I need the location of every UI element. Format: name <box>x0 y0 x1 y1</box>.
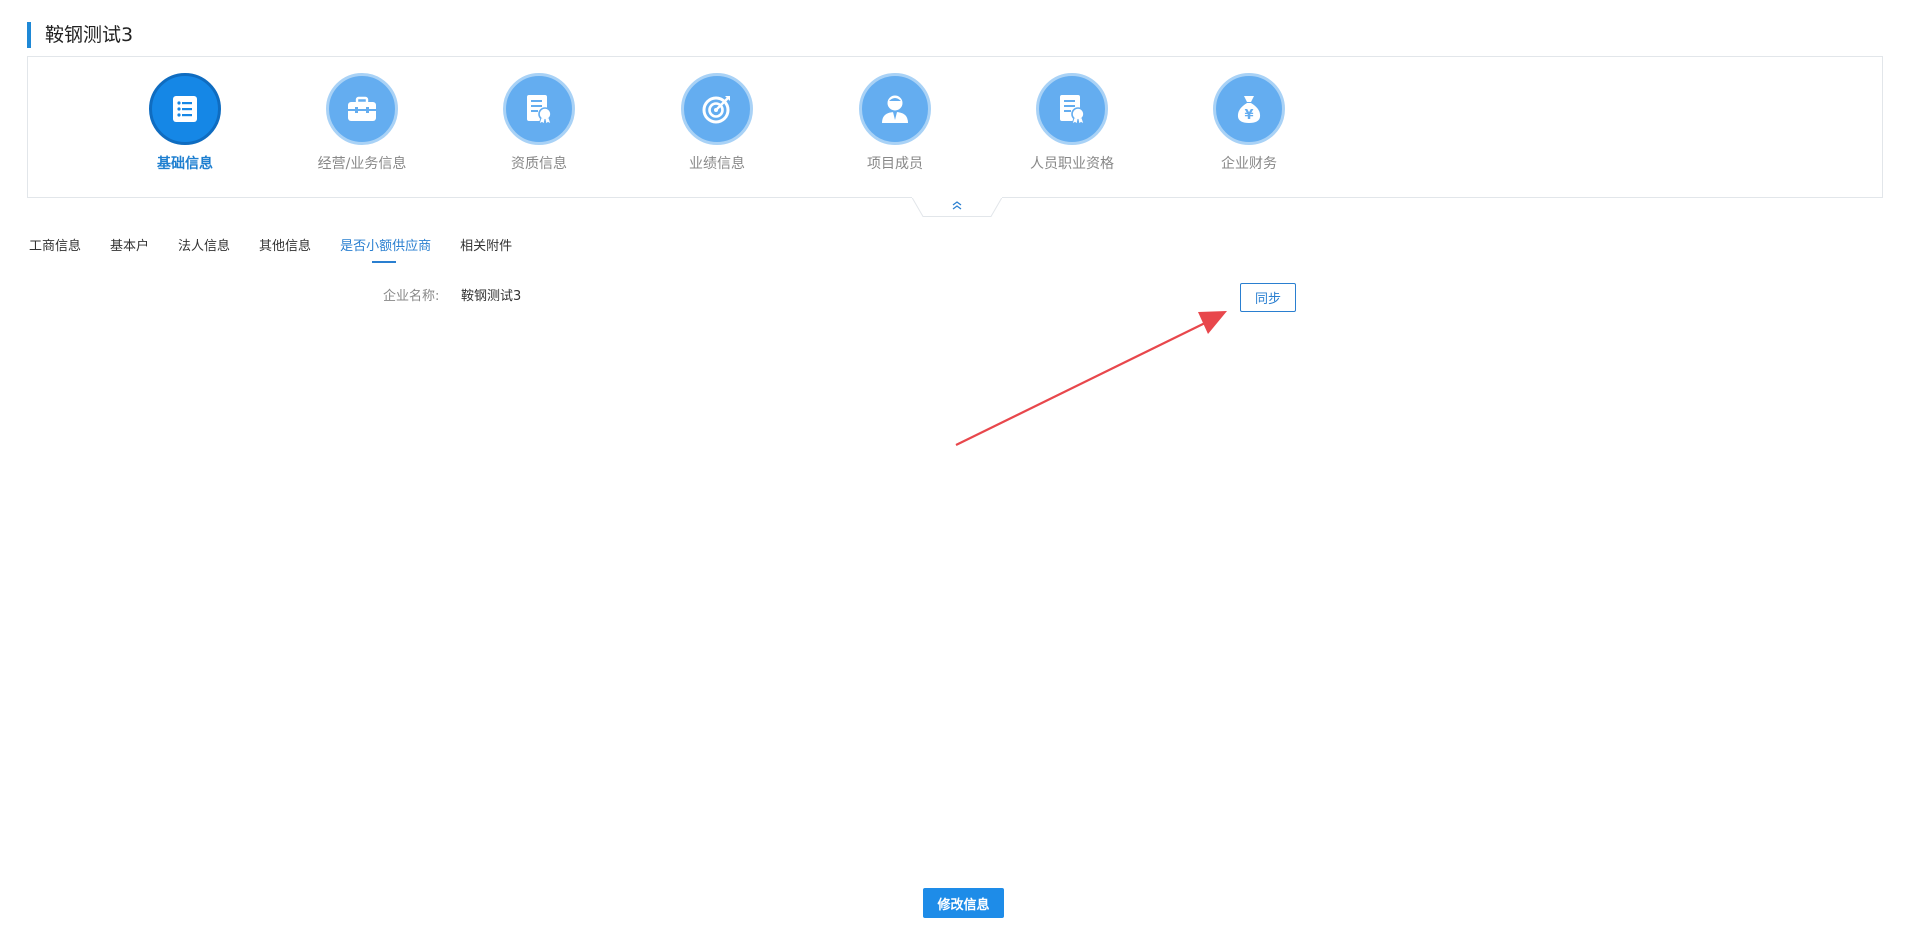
list-icon <box>149 73 221 145</box>
nav-item-label: 企业财务 <box>1221 156 1277 172</box>
nav-item-label: 基础信息 <box>157 156 213 172</box>
tab-other-info[interactable]: 其他信息 <box>259 237 311 267</box>
nav-item-enterprise-finance[interactable]: ¥ 企业财务 <box>1174 73 1324 173</box>
tab-basic-account[interactable]: 基本户 <box>110 237 149 267</box>
money-bag-icon: ¥ <box>1213 73 1285 145</box>
nav-item-business-info[interactable]: 经营/业务信息 <box>287 73 437 173</box>
tab-small-supplier[interactable]: 是否小额供应商 <box>340 237 431 267</box>
person-icon <box>859 73 931 145</box>
nav-item-personnel-qualification[interactable]: 人员职业资格 <box>997 73 1147 173</box>
nav-item-qualification-info[interactable]: 资质信息 <box>464 73 614 173</box>
sync-button[interactable]: 同步 <box>1240 283 1296 312</box>
nav-item-project-members[interactable]: 项目成员 <box>820 73 970 173</box>
nav-item-label: 资质信息 <box>511 156 567 172</box>
briefcase-icon <box>326 73 398 145</box>
nav-item-label: 人员职业资格 <box>1030 156 1114 172</box>
tab-business-registration[interactable]: 工商信息 <box>29 237 81 267</box>
category-nav-panel: 基础信息 经营/业务信息 资质信息 业绩信息 项目成员 人员职业资格 ¥ 企业财… <box>27 56 1883 198</box>
nav-item-performance-info[interactable]: 业绩信息 <box>642 73 792 173</box>
target-icon <box>681 73 753 145</box>
nav-item-label: 经营/业务信息 <box>317 156 407 172</box>
certificate-icon <box>1036 73 1108 145</box>
page-title: 鞍钢测试3 <box>27 22 133 48</box>
edit-info-button[interactable]: 修改信息 <box>923 888 1004 918</box>
collapse-toggle[interactable] <box>912 197 1002 217</box>
nav-item-label: 项目成员 <box>867 156 923 172</box>
company-name-value: 鞍钢测试3 <box>461 289 522 304</box>
svg-text:¥: ¥ <box>1244 108 1253 123</box>
tab-legal-person[interactable]: 法人信息 <box>178 237 230 267</box>
tab-attachments[interactable]: 相关附件 <box>460 237 512 267</box>
company-name-label: 企业名称: <box>383 289 440 304</box>
nav-item-basic-info[interactable]: 基础信息 <box>110 73 260 173</box>
certificate-icon <box>503 73 575 145</box>
nav-item-label: 业绩信息 <box>689 156 745 172</box>
subtab-bar: 工商信息 基本户 法人信息 其他信息 是否小额供应商 相关附件 <box>29 237 541 267</box>
